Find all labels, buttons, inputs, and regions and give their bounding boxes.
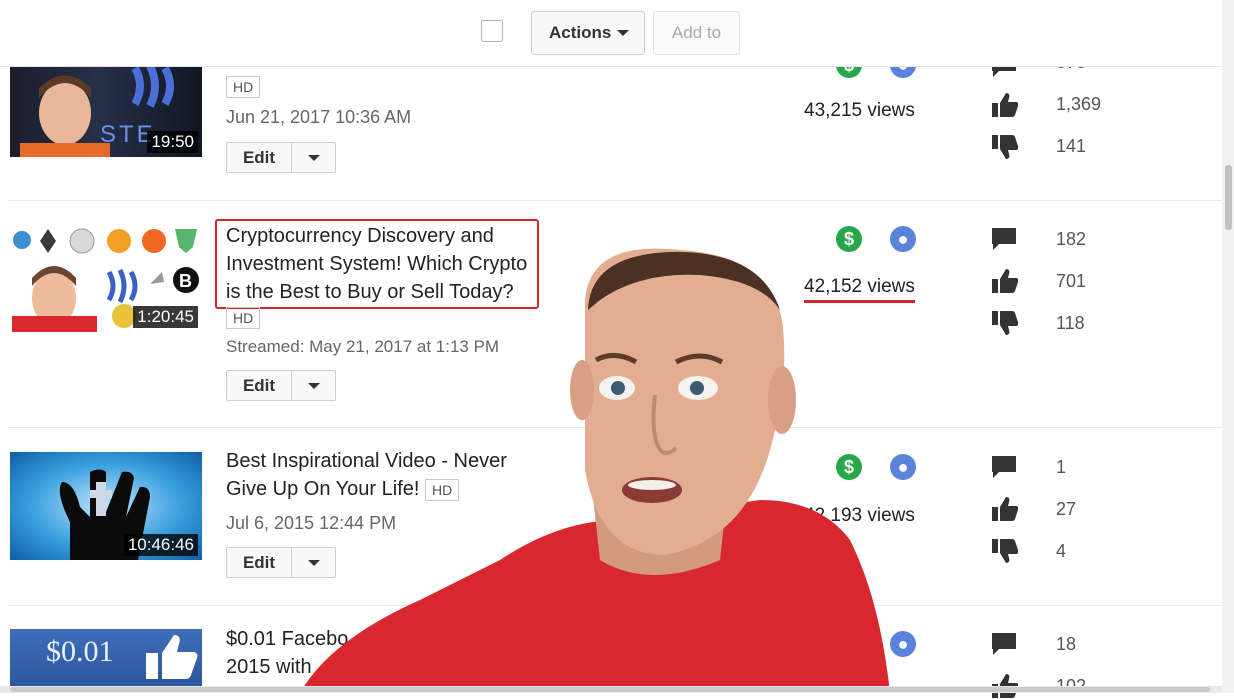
video-duration: 19:50 <box>147 131 198 153</box>
video-thumbnail[interactable]: $0.01 <box>10 629 202 693</box>
video-duration: 1:20:45 <box>133 306 198 328</box>
hd-badge: HD <box>425 478 460 501</box>
dollar-icon[interactable]: $ <box>836 226 862 252</box>
video-duration: 10:46:46 <box>123 534 198 556</box>
like-count: 701 <box>1056 271 1087 291</box>
edit-button[interactable]: Edit <box>227 548 292 577</box>
dislike-count: 4 <box>1056 541 1067 561</box>
chevron-down-icon[interactable] <box>308 560 320 566</box>
thumbs-up-icon <box>992 497 1018 521</box>
like-count: 27 <box>1056 499 1077 519</box>
comment-icon <box>992 633 1016 655</box>
video-title-highlighted[interactable]: Cryptocurrency Discovery and Investment … <box>215 219 540 309</box>
actions-dropdown-button[interactable]: Actions <box>531 11 645 55</box>
video-title-line: Investment System! Which Crypto <box>226 253 528 275</box>
hd-badge: HD <box>226 76 261 98</box>
scrollbar-thumb[interactable] <box>10 687 1210 692</box>
view-count: 42,152 views <box>804 276 915 303</box>
edit-button-group[interactable]: Edit <box>226 547 336 578</box>
scrollbar-thumb[interactable] <box>1225 165 1232 230</box>
thumbs-up-icon <box>992 93 1018 117</box>
dislike-count: 141 <box>1056 136 1087 156</box>
add-to-button[interactable]: Add to <box>653 11 740 55</box>
svg-text:B: B <box>179 271 192 291</box>
edit-button-group[interactable]: Edit <box>226 370 336 401</box>
chevron-down-icon[interactable] <box>308 155 320 161</box>
video-title-line: Cryptocurrency Discovery and <box>226 225 494 247</box>
video-row: 10:46:46 Best Inspirational Video - Neve… <box>8 427 1222 606</box>
globe-icon[interactable]: ● <box>890 454 916 480</box>
thumbs-down-icon <box>992 539 1018 563</box>
video-thumbnail[interactable]: 10:46:46 <box>10 452 202 560</box>
comment-count: 18 <box>1056 634 1077 654</box>
comment-icon <box>992 456 1016 478</box>
dollar-icon[interactable]: $ <box>836 454 862 480</box>
video-title-line-text: Give Up On Your Life! <box>226 478 420 500</box>
thumbs-up-icon <box>146 635 198 679</box>
video-title[interactable]: Best Inspirational Video - Never Give Up… <box>226 447 507 503</box>
thumbnail-text: $0.01 <box>46 635 114 668</box>
video-row: B 1:20:45 Cryptocurrency Discovery and I… <box>8 200 1222 428</box>
comment-count: 1 <box>1056 457 1067 477</box>
thumbs-up-icon <box>992 269 1018 293</box>
comment-icon <box>992 228 1016 250</box>
video-date: Jun 21, 2017 10:36 AM <box>226 107 412 127</box>
vertical-scrollbar[interactable] <box>1222 0 1234 693</box>
video-thumbnail[interactable]: B 1:20:45 <box>10 224 202 332</box>
globe-icon[interactable]: ● <box>890 226 916 252</box>
video-title-line: 2015 with <box>226 656 312 678</box>
thumbs-down-icon <box>992 135 1018 159</box>
comment-count: 182 <box>1056 229 1087 249</box>
view-count: 43,215 views <box>804 100 915 121</box>
video-date: Streamed: May 21, 2017 at 1:13 PM <box>226 337 500 356</box>
video-row: $0.01 $0.01 Facebo 2015 with ● 18 102 <box>8 605 1222 698</box>
dislike-count: 118 <box>1056 313 1085 333</box>
chevron-down-icon <box>617 30 629 36</box>
video-title-line: Best Inspirational Video - Never <box>226 450 507 472</box>
like-count: 1,369 <box>1056 94 1102 114</box>
video-thumbnail[interactable]: STE 19:50 <box>10 58 202 157</box>
actions-label: Actions <box>549 23 612 42</box>
chevron-down-icon[interactable] <box>308 383 320 389</box>
video-title-line: is the Best to Buy or Sell Today? <box>226 281 514 303</box>
edit-button-group[interactable]: Edit <box>226 142 336 173</box>
view-count: 42,193 views <box>804 505 915 526</box>
bulk-actions-toolbar: Actions Add to <box>0 0 1222 67</box>
globe-icon[interactable]: ● <box>890 631 916 657</box>
select-all-checkbox[interactable] <box>481 20 503 42</box>
edit-button[interactable]: Edit <box>227 371 292 400</box>
video-title-line: Give Up On Your Life! HD <box>226 475 507 503</box>
hd-badge: HD <box>226 307 261 329</box>
video-date: Jul 6, 2015 12:44 PM <box>226 513 397 533</box>
edit-button[interactable]: Edit <box>227 143 292 172</box>
video-title[interactable]: $0.01 Facebo 2015 with <box>226 625 348 681</box>
video-title-line: $0.01 Facebo <box>226 628 349 650</box>
thumbs-down-icon <box>992 311 1018 335</box>
horizontal-scrollbar[interactable] <box>0 686 1222 693</box>
